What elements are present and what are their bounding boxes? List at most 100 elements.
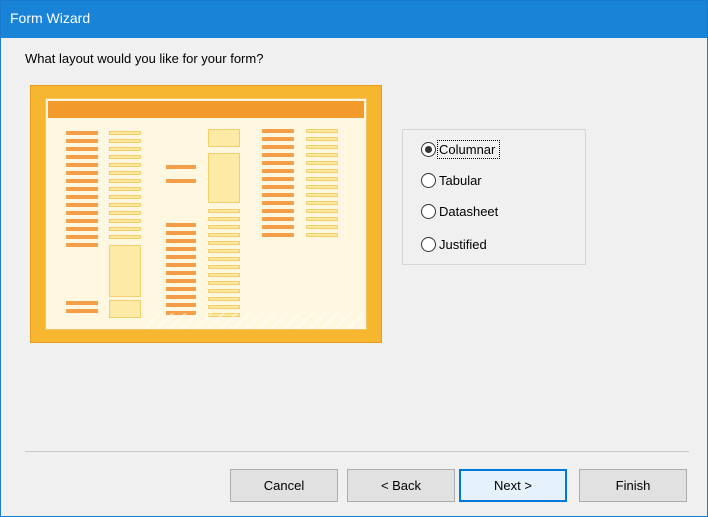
- radio-justified-label[interactable]: Justified: [439, 237, 487, 252]
- preview-label: [166, 223, 196, 227]
- preview-label: [262, 225, 294, 229]
- preview-label: [166, 263, 196, 267]
- preview-field: [109, 203, 141, 207]
- preview-field: [109, 147, 141, 151]
- radio-columnar[interactable]: Columnar: [421, 139, 501, 159]
- radio-button[interactable]: [421, 203, 436, 219]
- preview-field: [109, 131, 141, 135]
- preview-label: [66, 171, 98, 175]
- radio-tabular-label[interactable]: Tabular: [439, 173, 482, 188]
- preview-label: [66, 179, 98, 183]
- preview-label: [262, 153, 294, 157]
- preview-field: [208, 241, 240, 245]
- preview-label: [66, 211, 98, 215]
- preview-label: [262, 161, 294, 165]
- preview-label: [166, 295, 196, 299]
- preview-label: [66, 131, 98, 135]
- preview-field: [306, 209, 338, 213]
- preview-stripe-decoration: [146, 313, 366, 329]
- radio-justified[interactable]: Justified: [421, 234, 487, 254]
- preview-label: [166, 239, 196, 243]
- preview-field: [208, 209, 240, 213]
- next-button[interactable]: Next >: [459, 469, 567, 502]
- preview-label: [166, 165, 196, 169]
- radio-datasheet[interactable]: Datasheet: [421, 201, 498, 221]
- radio-columnar-label[interactable]: Columnar: [436, 139, 501, 159]
- preview-field: [306, 137, 338, 141]
- preview-memo-field: [109, 245, 141, 297]
- radio-tabular[interactable]: Tabular: [421, 170, 482, 190]
- radio-datasheet-label[interactable]: Datasheet: [439, 204, 498, 219]
- preview-field: [208, 225, 240, 229]
- preview-label: [66, 243, 98, 247]
- preview-label: [166, 247, 196, 251]
- radio-button[interactable]: [421, 236, 436, 252]
- preview-field: [109, 155, 141, 159]
- preview-memo-field: [109, 300, 141, 318]
- preview-field: [306, 169, 338, 173]
- layout-preview-image: [30, 85, 382, 343]
- radio-button-checked[interactable]: [421, 141, 436, 157]
- preview-label: [262, 209, 294, 213]
- preview-field: [208, 273, 240, 277]
- preview-header-bar: [48, 101, 364, 118]
- layout-prompt: What layout would you like for your form…: [25, 51, 264, 66]
- preview-label: [262, 169, 294, 173]
- window-title: Form Wizard: [10, 10, 91, 26]
- preview-memo-field: [208, 153, 240, 203]
- preview-field: [109, 235, 141, 239]
- preview-label: [262, 217, 294, 221]
- preview-field: [208, 297, 240, 301]
- cancel-button[interactable]: Cancel: [230, 469, 338, 502]
- preview-field: [306, 201, 338, 205]
- preview-label: [262, 137, 294, 141]
- preview-field: [208, 217, 240, 221]
- preview-field: [109, 211, 141, 215]
- preview-field: [306, 145, 338, 149]
- preview-field: [109, 219, 141, 223]
- preview-label: [166, 303, 196, 307]
- preview-memo-field: [208, 129, 240, 147]
- preview-field: [306, 161, 338, 165]
- preview-label: [166, 271, 196, 275]
- preview-field: [306, 153, 338, 157]
- preview-form-area: [45, 98, 367, 330]
- preview-label: [166, 179, 196, 183]
- preview-field: [208, 305, 240, 309]
- preview-field: [306, 233, 338, 237]
- preview-field: [306, 217, 338, 221]
- preview-label: [262, 201, 294, 205]
- footer-divider: [25, 451, 689, 452]
- preview-field: [306, 225, 338, 229]
- finish-button[interactable]: Finish: [579, 469, 687, 502]
- preview-field: [208, 289, 240, 293]
- preview-field: [306, 177, 338, 181]
- preview-label: [166, 279, 196, 283]
- preview-label: [166, 231, 196, 235]
- preview-label: [166, 287, 196, 291]
- preview-label: [66, 139, 98, 143]
- preview-label: [262, 193, 294, 197]
- preview-label: [66, 187, 98, 191]
- preview-field: [306, 193, 338, 197]
- preview-field: [208, 257, 240, 261]
- preview-label: [66, 219, 98, 223]
- preview-label: [66, 301, 98, 305]
- preview-label: [166, 255, 196, 259]
- back-button[interactable]: < Back: [347, 469, 455, 502]
- layout-option-group: Columnar Tabular Datasheet Justified: [402, 129, 586, 265]
- preview-label: [66, 203, 98, 207]
- preview-field: [109, 139, 141, 143]
- radio-button[interactable]: [421, 172, 436, 188]
- preview-label: [262, 145, 294, 149]
- preview-field: [208, 233, 240, 237]
- preview-label: [262, 233, 294, 237]
- preview-field: [208, 249, 240, 253]
- preview-label: [66, 235, 98, 239]
- preview-field: [208, 281, 240, 285]
- preview-field: [306, 185, 338, 189]
- preview-field: [109, 171, 141, 175]
- preview-label: [262, 185, 294, 189]
- title-bar[interactable]: Form Wizard: [1, 1, 707, 38]
- preview-field: [208, 265, 240, 269]
